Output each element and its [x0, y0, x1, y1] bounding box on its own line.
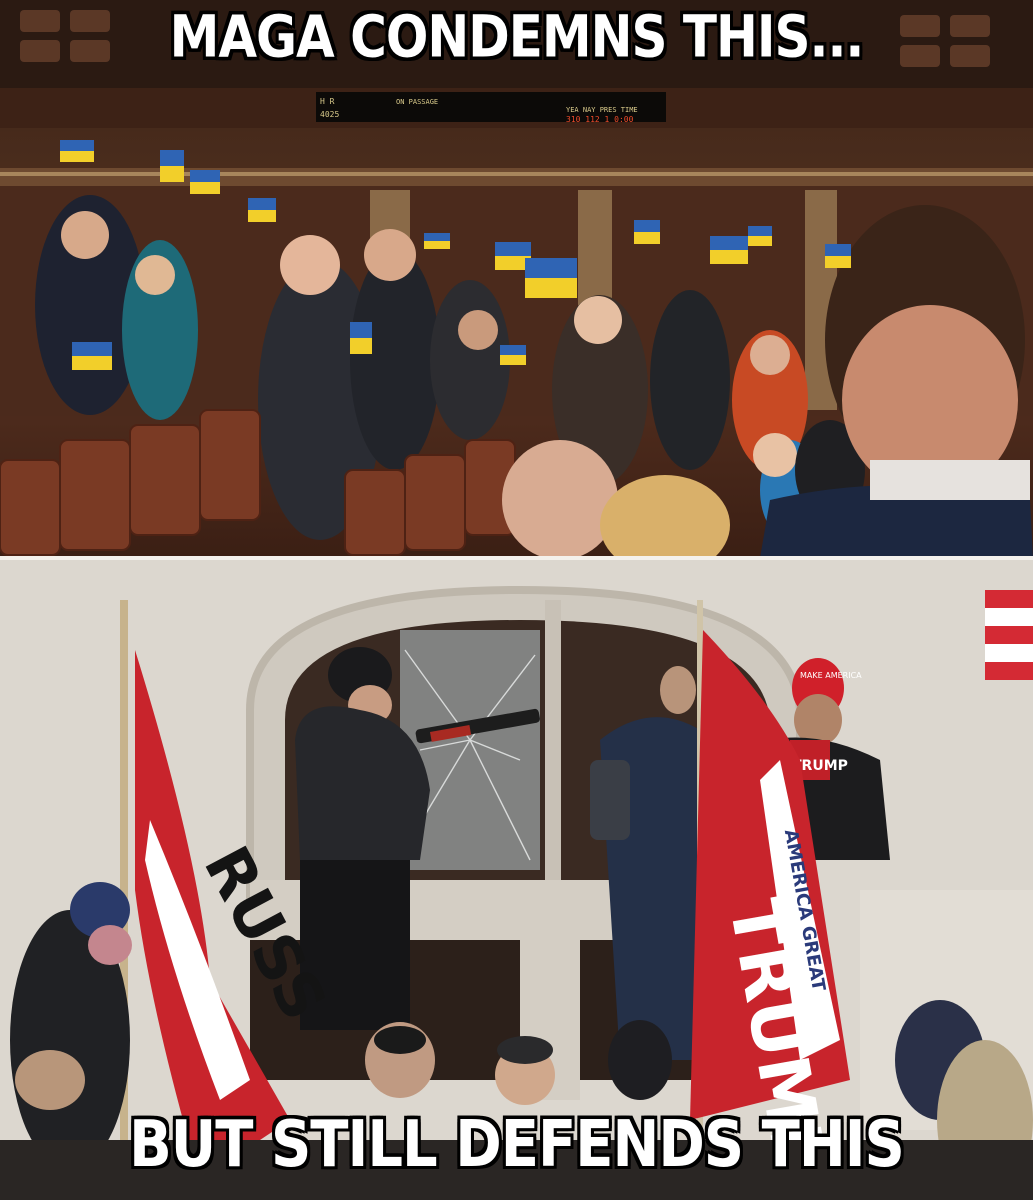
ukraine-flag: [748, 226, 772, 246]
ukraine-flag: [424, 233, 450, 249]
ukraine-flag: [500, 345, 526, 365]
capitol-scene: MAKE AMERICA TRUMP TRUMP AMERICA GREAT R…: [0, 560, 1033, 1200]
ukraine-flag: [710, 236, 748, 264]
frieze: [0, 168, 1033, 186]
scoreboard-headers: YEA NAY PRES TIME: [566, 106, 638, 114]
bottom-photo-panel: MAKE AMERICA TRUMP TRUMP AMERICA GREAT R…: [0, 560, 1033, 1200]
scoreboard-passage-label: ON PASSAGE: [396, 98, 438, 106]
ukraine-flag: [525, 258, 577, 298]
scoreboard-left-number: 4025: [320, 110, 339, 119]
maga-hat-text: MAKE AMERICA: [800, 671, 862, 680]
ukraine-flag: [248, 198, 276, 222]
bottom-caption: BUT STILL DEFENDS THIS: [129, 1107, 905, 1182]
ukraine-flag: [350, 322, 372, 354]
top-caption: MAGA CONDEMNS THIS...: [169, 3, 865, 71]
right-edge-flag: [985, 590, 1033, 680]
top-photo-panel: H R 4025 ON PASSAGE YEA NAY PRES TIME 31…: [0, 0, 1033, 558]
chamber-seats: [0, 409, 516, 556]
chamber-scene: H R 4025 ON PASSAGE YEA NAY PRES TIME 31…: [0, 0, 1033, 558]
vote-scoreboard: H R 4025 ON PASSAGE YEA NAY PRES TIME 31…: [316, 92, 666, 124]
ukraine-flag: [634, 220, 660, 244]
scoreboard-values: 310 112 1 0:00: [566, 115, 634, 124]
frieze-trim: [0, 172, 1033, 176]
ukraine-flag: [825, 244, 851, 268]
ukraine-flag: [72, 342, 112, 370]
ukraine-flag: [160, 150, 184, 182]
scoreboard-left-label: H R: [320, 97, 335, 106]
window-mullion: [545, 600, 561, 900]
ukraine-flag: [60, 140, 94, 162]
ukraine-flag: [190, 170, 220, 194]
